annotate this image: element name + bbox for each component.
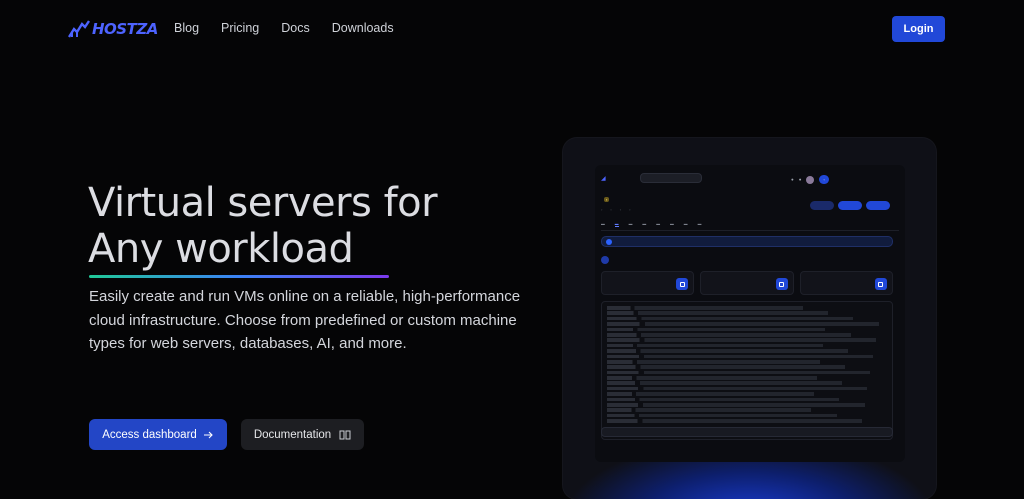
preview-info-banner xyxy=(601,236,893,247)
preview-tab: ▬ xyxy=(683,222,688,226)
preview-console-input xyxy=(601,427,893,437)
preview-status-dot xyxy=(601,256,609,264)
console-line xyxy=(607,419,862,423)
preview-power-actions xyxy=(810,201,890,210)
preview-action-button xyxy=(838,201,862,210)
console-line xyxy=(607,386,868,391)
top-navbar: HOSTZA Blog Pricing Docs Downloads Login xyxy=(0,0,1024,58)
console-line xyxy=(607,306,803,310)
cpu-icon xyxy=(676,278,689,290)
hero-description: Easily create and run VMs online on a re… xyxy=(89,288,521,352)
nav-link-pricing[interactable]: Pricing xyxy=(221,21,259,35)
preview-cpu-card xyxy=(601,271,695,295)
logo-icon xyxy=(68,20,90,38)
gradient-underline xyxy=(89,275,389,278)
preview-status-icon: ● xyxy=(791,177,794,182)
preview-disk-card xyxy=(799,271,893,295)
preview-tab: ▬ xyxy=(697,222,702,226)
hero-title-line-1: Virtual servers for xyxy=(88,180,438,226)
nav-link-downloads[interactable]: Downloads xyxy=(332,21,394,35)
preview-support-icon: ● xyxy=(798,177,802,182)
brand-logo[interactable]: HOSTZA xyxy=(68,18,158,40)
preview-server-name: ▪ xyxy=(601,197,610,203)
nav-links: Blog Pricing Docs Downloads xyxy=(174,21,416,35)
preview-topbar: ◢ ● ● ◦ xyxy=(595,172,905,186)
console-line xyxy=(607,376,817,380)
preview-console-output xyxy=(601,301,893,440)
console-line xyxy=(607,397,840,402)
preview-action-button xyxy=(810,201,834,210)
console-line xyxy=(607,332,851,337)
login-button[interactable]: Login xyxy=(892,16,945,42)
memory-icon xyxy=(775,278,788,290)
access-dashboard-button[interactable]: Access dashboard xyxy=(89,419,227,450)
console-line xyxy=(607,338,876,342)
documentation-label: Documentation xyxy=(253,428,332,441)
console-line xyxy=(607,327,826,332)
nav-link-docs[interactable]: Docs xyxy=(281,21,309,35)
preview-meta-item: ◦ xyxy=(619,208,622,212)
console-line xyxy=(607,311,829,315)
preview-logo: ◢ xyxy=(601,176,606,182)
brand-name: HOSTZA xyxy=(92,20,158,38)
console-line xyxy=(607,316,854,321)
preview-server-meta: ◦ ◦ ◦ ◦ xyxy=(601,208,630,212)
preview-status-badge: ▪ xyxy=(604,197,610,202)
preview-logout-button: ◦ xyxy=(819,175,829,184)
console-line xyxy=(607,354,873,359)
console-line xyxy=(607,408,812,413)
preview-memory-card xyxy=(700,271,794,295)
arrow-right-icon xyxy=(203,431,213,438)
preview-tab: ▬ xyxy=(669,222,674,226)
hero-title: Virtual servers for Any workload xyxy=(88,180,438,272)
dashboard-screenshot: ◢ ● ● ◦ ▪ ◦ ◦ ◦ ◦ ▬ ▬ ▬ ▬ ▬ ▬ ▬ ▬ xyxy=(595,165,905,462)
hero-title-line-2: Any workload xyxy=(88,226,354,272)
preview-usage-cards xyxy=(601,271,893,295)
preview-tab: ▬ xyxy=(601,222,605,226)
preview-action-button xyxy=(866,201,890,210)
book-icon xyxy=(339,430,351,439)
preview-tab: ▬ xyxy=(628,222,633,226)
nav-link-blog[interactable]: Blog xyxy=(174,21,199,35)
console-line xyxy=(607,322,879,326)
console-line xyxy=(607,359,820,364)
console-line xyxy=(607,370,871,375)
preview-project-select xyxy=(640,173,702,183)
access-dashboard-label: Access dashboard xyxy=(102,428,197,441)
documentation-button[interactable]: Documentation xyxy=(241,419,364,450)
console-line xyxy=(607,381,843,386)
preview-avatar xyxy=(806,175,815,184)
console-line xyxy=(607,392,815,396)
console-line xyxy=(607,365,845,369)
preview-tab: ▬ xyxy=(642,222,647,226)
console-line xyxy=(607,413,837,418)
preview-meta-item: ◦ xyxy=(601,208,603,212)
preview-tabs: ▬ ▬ ▬ ▬ ▬ ▬ ▬ ▬ xyxy=(601,222,899,231)
console-line xyxy=(607,349,848,353)
console-line xyxy=(607,343,823,348)
disk-icon xyxy=(874,278,887,290)
preview-meta-item: ◦ xyxy=(610,208,612,212)
preview-tab-active: ▬ xyxy=(614,222,619,227)
preview-meta-item: ◦ xyxy=(629,208,631,212)
info-icon xyxy=(606,239,612,245)
console-line xyxy=(607,403,865,407)
preview-tab: ▬ xyxy=(656,222,660,226)
preview-topbar-actions: ● ● ◦ xyxy=(791,175,829,184)
